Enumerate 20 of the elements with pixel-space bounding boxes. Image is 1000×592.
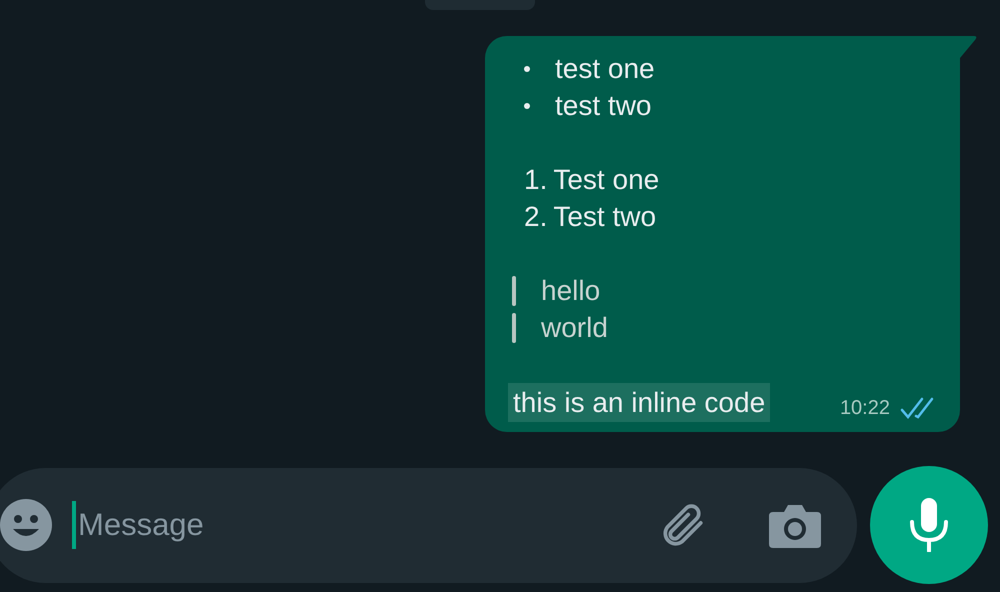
message-time: 10:22 xyxy=(840,396,890,420)
bullet-icon xyxy=(524,102,530,108)
list-item-text: test two xyxy=(555,89,652,123)
message-input[interactable]: Message xyxy=(78,502,655,548)
list-item-text: Test two xyxy=(553,200,656,234)
microphone-icon xyxy=(909,498,949,552)
message-field[interactable]: Message xyxy=(0,468,857,582)
quote-bar xyxy=(512,312,516,342)
inline-code: this is an inline code xyxy=(508,383,770,422)
quote-text: world xyxy=(541,311,608,345)
quote-bar xyxy=(512,276,516,306)
list-number: 2. xyxy=(524,200,548,234)
emoji-icon[interactable] xyxy=(0,499,52,551)
text-cursor xyxy=(72,501,76,549)
quote-text: hello xyxy=(541,274,600,308)
camera-icon[interactable] xyxy=(769,502,821,548)
bullet-icon xyxy=(524,66,530,72)
list-item-text: test one xyxy=(555,52,655,86)
list-item-text: Test one xyxy=(553,163,660,197)
list-number: 1. xyxy=(524,163,548,197)
